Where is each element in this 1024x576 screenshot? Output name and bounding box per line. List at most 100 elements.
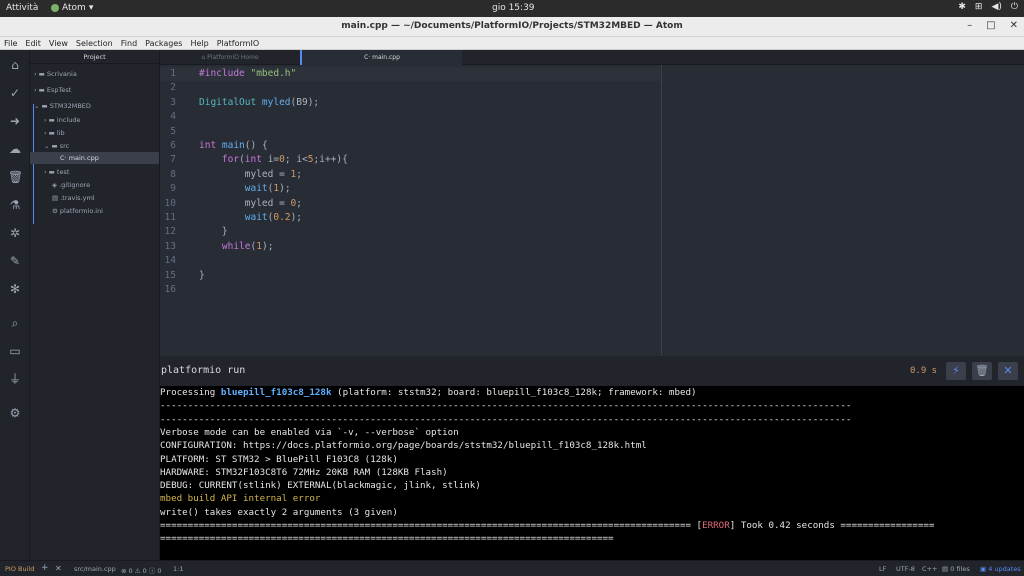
grammar-selector[interactable]: C++ bbox=[922, 565, 937, 573]
code-token: int bbox=[199, 140, 222, 151]
terminal-line-hardware: HARDWARE: STM32F103C8T6 72MHz 20KB RAM (… bbox=[160, 466, 448, 478]
maximize-icon[interactable]: □ bbox=[986, 20, 995, 31]
menu-view[interactable]: View bbox=[49, 39, 68, 48]
close-terminal-icon[interactable]: ✕ bbox=[55, 564, 62, 573]
system-tray[interactable]: ✱ ⊞ ◀) ⏻ bbox=[958, 2, 1018, 12]
code-token: #include bbox=[199, 68, 251, 79]
build-check-icon[interactable]: ✓ bbox=[8, 86, 22, 100]
add-terminal-icon[interactable]: + bbox=[41, 563, 49, 573]
menu-file[interactable]: File bbox=[4, 39, 17, 48]
package-updates[interactable]: ▣ 4 updates bbox=[980, 565, 1021, 573]
home-icon: ⌂ bbox=[201, 54, 206, 61]
test-flask-icon[interactable]: ⚗ bbox=[8, 198, 22, 212]
git-icon: ◈ bbox=[52, 181, 57, 189]
code-line-15: } bbox=[199, 270, 205, 281]
diagnostics-counter[interactable]: ⊗ 0 ⚠ 0 ⓘ 0 bbox=[121, 565, 162, 575]
code-line-10: myled = 0; bbox=[199, 198, 302, 209]
tree-item-main-cpp[interactable]: C· main.cpp bbox=[60, 152, 99, 164]
code-line-3: DigitalOut myled(B9); bbox=[199, 97, 319, 108]
pio-build-label[interactable]: PIO Build bbox=[5, 565, 34, 573]
build-panel-header: platformio run 0.9 s ⚡ 🗑 ✕ bbox=[160, 356, 1024, 386]
line-ending[interactable]: LF bbox=[879, 565, 886, 573]
cpp-file-icon: C· bbox=[364, 54, 371, 61]
wrap-guide bbox=[661, 65, 662, 356]
code-token: int bbox=[244, 154, 268, 166]
line-number: 13 bbox=[164, 240, 176, 252]
cloud-upload-icon[interactable]: ☁ bbox=[8, 142, 22, 156]
volume-icon[interactable]: ◀) bbox=[991, 2, 1001, 12]
folder-icon: ▬ bbox=[48, 129, 55, 137]
tree-item-label: src bbox=[59, 142, 70, 150]
terminal-line-debug: DEBUG: CURRENT(stlink) EXTERNAL(blackmag… bbox=[160, 480, 481, 492]
git-files[interactable]: ▤ 0 files bbox=[942, 565, 970, 573]
terminal-line-verbose: Verbose mode can be enabled via `-v, --v… bbox=[160, 426, 459, 438]
line-number: 12 bbox=[164, 226, 176, 238]
debug-icon[interactable]: ✻ bbox=[8, 282, 22, 296]
file-encoding[interactable]: UTF-8 bbox=[896, 565, 915, 573]
tree-item-label: STM32MBED bbox=[49, 102, 91, 110]
tree-item-src[interactable]: ⌄ ▬ src bbox=[44, 140, 69, 152]
line-number: 10 bbox=[164, 197, 176, 209]
tree-item-stm32mbed[interactable]: ⌄ ▬ STM32MBED bbox=[34, 100, 91, 112]
error-circle-icon: ⊗ bbox=[121, 567, 127, 575]
clock[interactable]: gio 15:39 bbox=[492, 3, 535, 13]
code-token: while bbox=[221, 240, 251, 252]
tree-item-esptest[interactable]: › ▬ EspTest bbox=[34, 84, 71, 96]
terminal-line-platform: PLATFORM: ST STM32 > BluePill F103C8 (12… bbox=[160, 453, 398, 465]
menu-selection[interactable]: Selection bbox=[76, 39, 113, 48]
tab-main-cpp[interactable]: C· main.cpp bbox=[300, 50, 462, 65]
bug-icon[interactable]: ✲ bbox=[8, 226, 22, 240]
edit-icon[interactable]: ✎ bbox=[8, 254, 22, 268]
tree-item-test[interactable]: › ▬ test bbox=[44, 166, 69, 178]
activities-button[interactable]: Attività bbox=[6, 3, 38, 13]
menu-find[interactable]: Find bbox=[121, 39, 137, 48]
folder-open-icon: ▬ bbox=[41, 102, 48, 110]
error-tag: ERROR bbox=[702, 520, 730, 531]
rerun-lightning-icon[interactable]: ⚡ bbox=[946, 362, 966, 380]
terminal-line-dashes: ----------------------------------------… bbox=[160, 413, 852, 425]
close-icon[interactable]: ✕ bbox=[1010, 20, 1018, 31]
terminal-icon[interactable]: ▭ bbox=[8, 344, 22, 358]
app-menu[interactable]: Atom ▾ bbox=[51, 3, 93, 13]
search-icon[interactable]: ⌕ bbox=[8, 316, 22, 330]
accessibility-icon[interactable]: ✱ bbox=[958, 2, 966, 12]
cursor-position[interactable]: 1:1 bbox=[173, 565, 183, 573]
upload-arrow-icon[interactable]: ➜ bbox=[8, 114, 22, 128]
tree-item-include[interactable]: › ▬ include bbox=[44, 114, 80, 126]
line-number: 16 bbox=[164, 284, 176, 295]
tree-item-scrivania[interactable]: › ▬ Scrivania bbox=[34, 68, 77, 80]
code-token: ;i++){ bbox=[313, 154, 348, 166]
menu-platformio[interactable]: PlatformIO bbox=[217, 39, 259, 48]
plug-icon[interactable]: ⏚ bbox=[8, 372, 22, 386]
close-panel-icon[interactable]: ✕ bbox=[998, 362, 1018, 380]
clear-trash-icon[interactable]: 🗑 bbox=[972, 362, 992, 380]
tree-item-lib[interactable]: › ▬ lib bbox=[44, 127, 65, 139]
terminal-line-configuration: CONFIGURATION: https://docs.platformio.o… bbox=[160, 440, 647, 452]
code-token: i= bbox=[267, 154, 280, 166]
code-token: ); bbox=[261, 240, 274, 252]
power-icon[interactable]: ⏻ bbox=[1011, 2, 1018, 12]
network-icon[interactable]: ⊞ bbox=[975, 2, 983, 12]
home-icon[interactable]: ⌂ bbox=[8, 58, 22, 72]
minimize-icon[interactable]: – bbox=[967, 20, 972, 31]
line-number: 5 bbox=[170, 125, 176, 137]
code-token: ; bbox=[296, 197, 302, 209]
folder-icon: ▬ bbox=[38, 70, 45, 78]
code-token: ; bbox=[296, 168, 302, 180]
current-file[interactable]: src/main.cpp bbox=[74, 565, 116, 573]
code-editor[interactable]: 1 2 3 4 5 6 7 8 9 10 11 12 13 14 15 16 #… bbox=[160, 65, 1024, 356]
tree-item-travis[interactable]: ▤ .travis.yml bbox=[52, 192, 95, 204]
tree-item-gitignore[interactable]: ◈ .gitignore bbox=[52, 179, 90, 191]
tab-platformio-home[interactable]: ⌂ PlatformIO Home bbox=[160, 50, 300, 65]
build-time: 0.9 s bbox=[910, 366, 938, 376]
app-name: Atom bbox=[62, 3, 86, 13]
tree-item-platformio-ini[interactable]: ⚙ platformio.ini bbox=[52, 205, 103, 217]
code-token: main bbox=[221, 140, 245, 151]
settings-gear-icon[interactable]: ⚙ bbox=[8, 406, 22, 420]
trash-icon[interactable]: 🗑 bbox=[8, 170, 23, 184]
menu-edit[interactable]: Edit bbox=[25, 39, 41, 48]
build-terminal[interactable]: Processing bluepill_f103c8_128k (platfor… bbox=[160, 386, 1024, 560]
menu-packages[interactable]: Packages bbox=[145, 39, 182, 48]
menu-help[interactable]: Help bbox=[190, 39, 208, 48]
